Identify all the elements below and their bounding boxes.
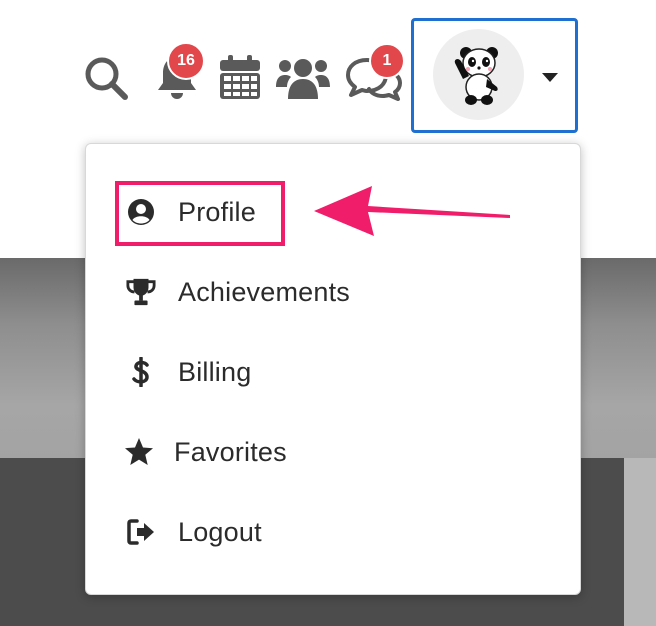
star-icon [124,437,154,467]
account-menu-toggle[interactable] [411,18,578,133]
logout-icon [126,517,156,547]
notifications-badge: 16 [167,42,205,80]
messages-badge: 1 [369,43,405,79]
menu-item-logout[interactable]: Logout [86,502,580,562]
caret-down-icon [542,73,558,82]
menu-item-billing[interactable]: Billing [86,342,580,402]
menu-item-label: Billing [178,356,252,387]
menu-item-label: Achievements [178,276,350,307]
menu-item-favorites[interactable]: Favorites [86,422,580,482]
pointer-arrow-icon [314,186,510,236]
menu-item-label: Favorites [174,436,287,467]
users-icon [276,59,330,99]
top-bar: 16 1 [0,0,656,140]
profile-highlight-box [115,181,285,246]
calendar-button[interactable] [218,54,262,100]
search-button[interactable] [82,54,130,102]
groups-button[interactable] [274,56,332,100]
panda-avatar-icon [454,46,498,105]
dollar-icon [126,357,156,387]
search-icon [85,57,128,100]
background-panel-right [624,458,656,626]
avatar[interactable] [433,29,524,120]
trophy-icon [126,277,156,307]
calendar-icon [220,55,260,99]
menu-item-achievements[interactable]: Achievements [86,262,580,322]
menu-item-label: Logout [178,516,262,547]
